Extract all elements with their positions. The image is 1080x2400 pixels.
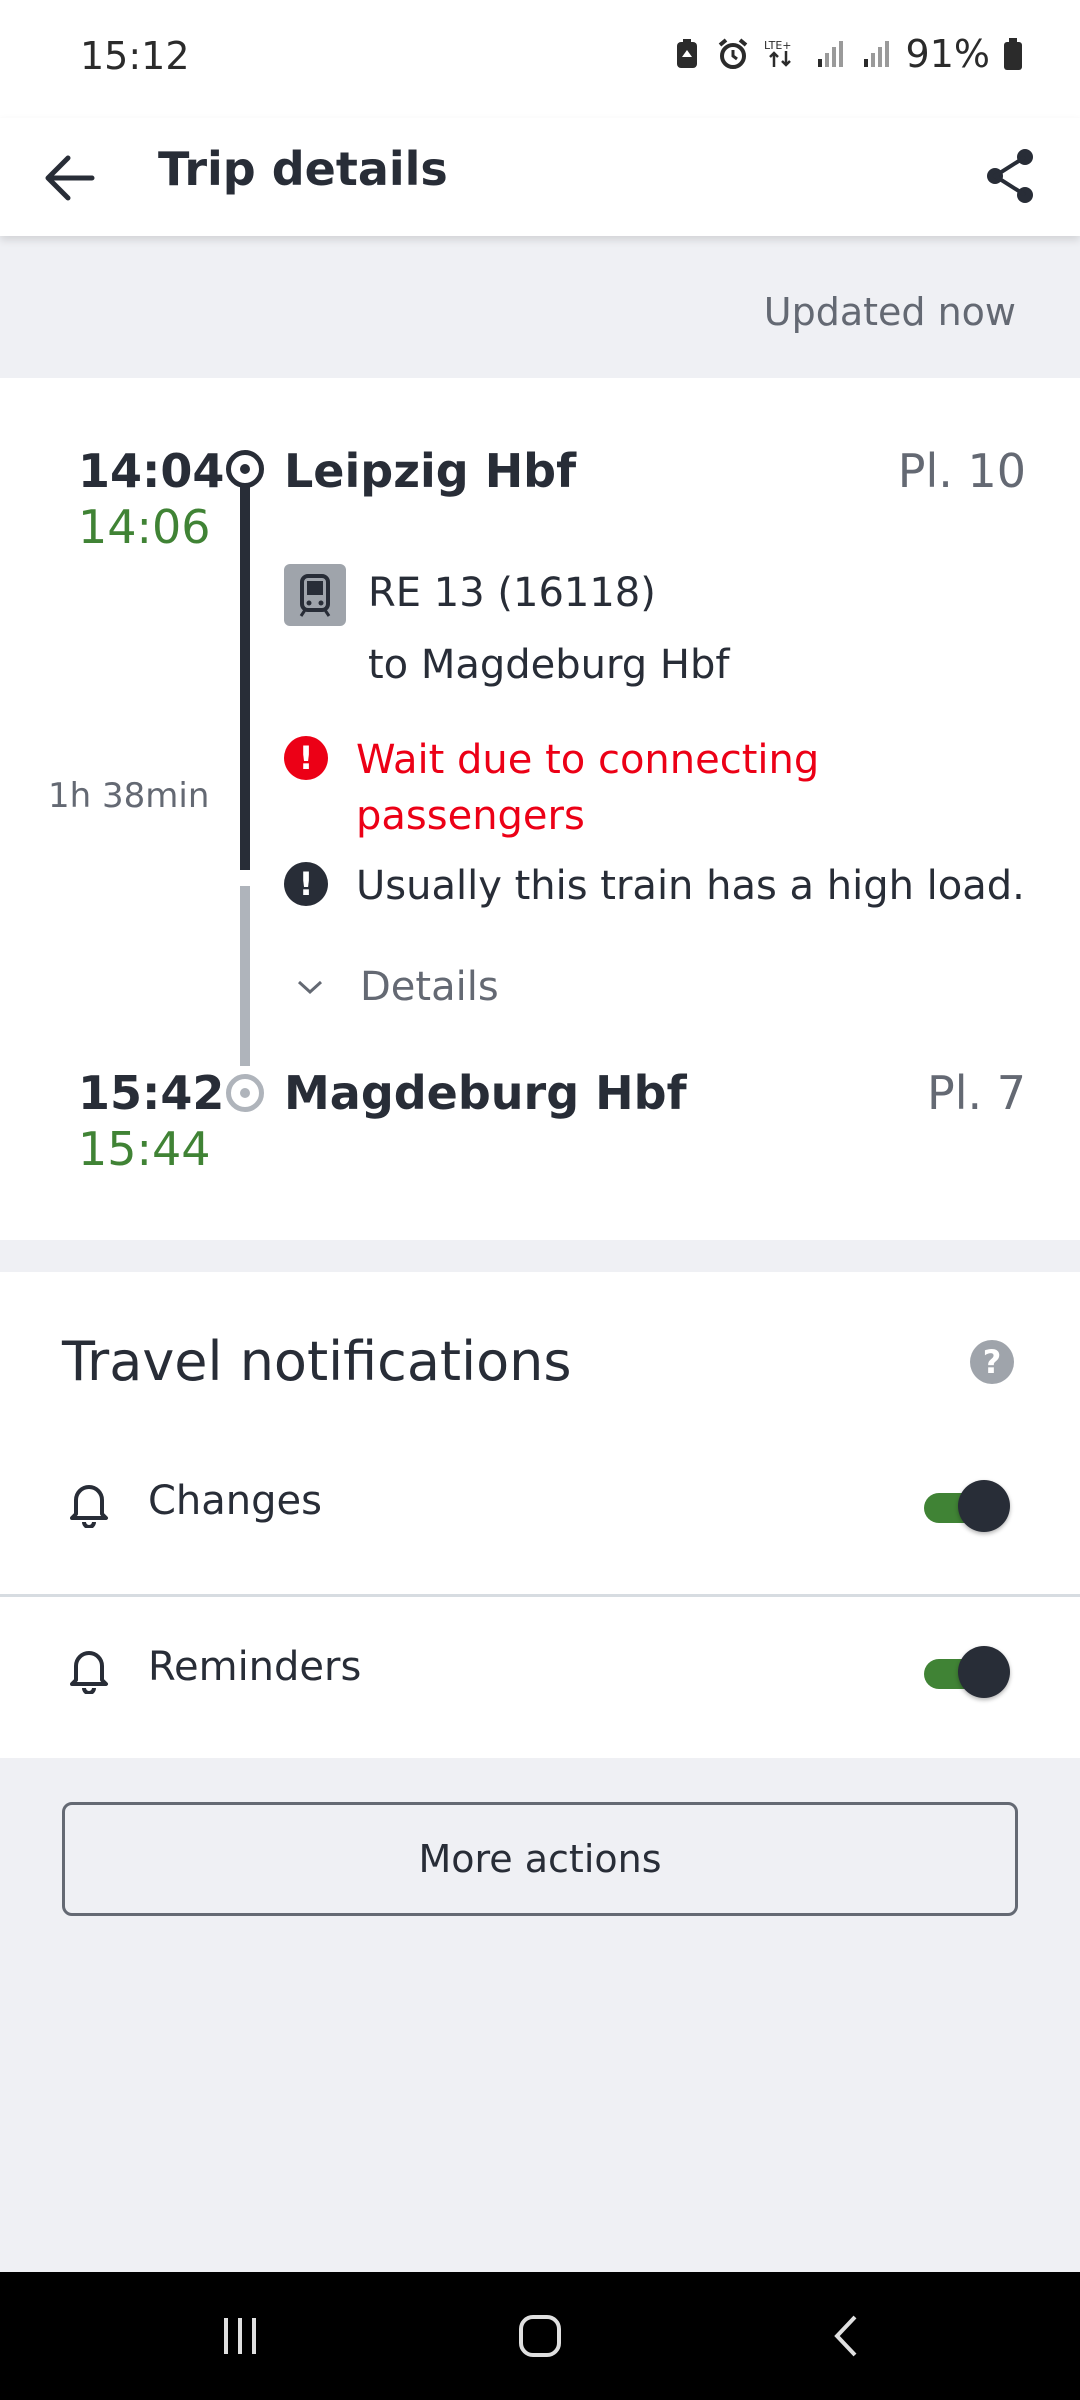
- notifications-divider: [0, 1594, 1080, 1597]
- back-button[interactable]: [36, 144, 104, 212]
- battery-icon: [1002, 37, 1024, 71]
- share-icon: [987, 149, 1033, 203]
- departure-stop-marker: [226, 450, 264, 488]
- route-line-upcoming: [240, 886, 250, 1066]
- help-icon[interactable]: ?: [970, 1340, 1014, 1384]
- load-info-text: Usually this train has a high load.: [356, 863, 1025, 909]
- train-destination: to Magdeburg Hbf: [368, 642, 730, 688]
- share-button[interactable]: [976, 142, 1044, 210]
- travel-notifications-section: Travel notifications ? Changes Reminders: [0, 1272, 1080, 1758]
- departure-platform: Pl. 10: [897, 444, 1026, 498]
- status-bar: 15:12 LTE+ 91%: [0, 0, 1080, 118]
- updated-status: Updated now: [763, 290, 1016, 334]
- alert-icon: !: [284, 736, 328, 780]
- info-alert-icon: !: [284, 862, 328, 906]
- load-info: ! Usually this train has a high load.: [284, 858, 1025, 914]
- system-navigation-bar: [0, 2272, 1080, 2400]
- recent-apps-icon: [224, 2318, 256, 2354]
- page-title: Trip details: [158, 142, 448, 196]
- trip-card: 14:04 14:06 Leipzig Hbf Pl. 10 RE 13 (16…: [0, 378, 1080, 1240]
- departure-planned-time: 14:04: [78, 444, 225, 498]
- reminders-label: Reminders: [148, 1644, 362, 1690]
- recent-apps-button[interactable]: [200, 2306, 280, 2366]
- arrival-station[interactable]: Magdeburg Hbf: [284, 1066, 687, 1120]
- departure-station[interactable]: Leipzig Hbf: [284, 444, 576, 498]
- battery-saver-icon: [670, 37, 704, 71]
- notification-row-changes[interactable]: Changes: [0, 1424, 1080, 1590]
- changes-label: Changes: [148, 1478, 322, 1524]
- updated-band: Updated now: [0, 236, 1080, 378]
- arrival-platform: Pl. 7: [926, 1066, 1026, 1120]
- notifications-title: Travel notifications: [62, 1330, 572, 1393]
- app-bar: Trip details: [0, 118, 1080, 236]
- signal-icon-1: [814, 37, 848, 71]
- delay-warning: ! Wait due to connecting passengers: [284, 732, 916, 844]
- lte-icon: LTE+: [762, 37, 802, 71]
- arrow-left-icon: [45, 155, 95, 201]
- departure-actual-time: 14:06: [78, 500, 211, 554]
- bell-icon: [70, 1651, 108, 1694]
- train-name[interactable]: RE 13 (16118): [368, 570, 656, 616]
- bell-icon: [70, 1485, 108, 1528]
- lte-label: LTE+: [764, 39, 792, 52]
- battery-percent: 91%: [905, 32, 990, 76]
- status-icons: LTE+ 91%: [670, 32, 1024, 76]
- system-back-button[interactable]: [806, 2306, 886, 2366]
- home-button[interactable]: [500, 2306, 580, 2366]
- chevron-down-icon: [297, 980, 323, 995]
- train-icon: [284, 564, 346, 626]
- arrival-actual-time: 15:44: [78, 1122, 211, 1176]
- home-icon: [519, 2315, 561, 2357]
- status-time: 15:12: [80, 34, 190, 78]
- notification-row-reminders[interactable]: Reminders: [0, 1590, 1080, 1756]
- details-toggle[interactable]: Details: [296, 964, 499, 1010]
- back-chevron-icon: [834, 2315, 857, 2357]
- route-line-passed: [240, 470, 250, 870]
- details-label: Details: [360, 964, 499, 1010]
- alarm-icon: [716, 37, 750, 71]
- reminders-toggle[interactable]: [924, 1646, 1010, 1698]
- changes-toggle[interactable]: [924, 1480, 1010, 1532]
- delay-warning-text: Wait due to connecting passengers: [356, 737, 820, 839]
- arrival-stop-marker: [226, 1074, 264, 1112]
- signal-icon-2: [860, 37, 894, 71]
- more-actions-button[interactable]: More actions: [62, 1802, 1018, 1916]
- trip-duration: 1h 38min: [48, 776, 210, 816]
- arrival-planned-time: 15:42: [78, 1066, 225, 1120]
